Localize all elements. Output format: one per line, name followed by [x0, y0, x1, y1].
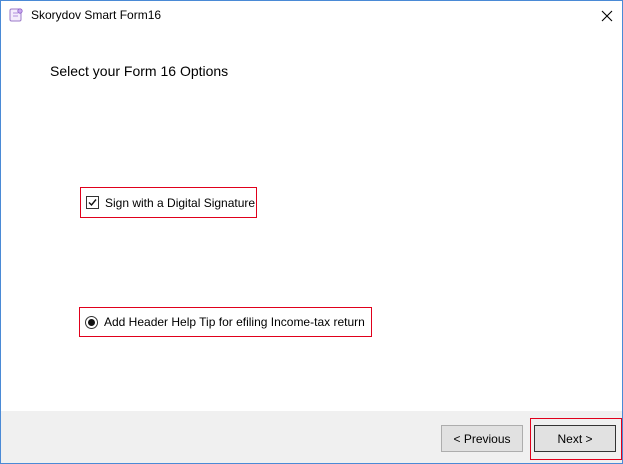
previous-button[interactable]: < Previous [441, 425, 523, 452]
page-heading: Select your Form 16 Options [50, 63, 229, 79]
digital-signature-checkbox[interactable] [86, 196, 99, 209]
main-content: Select your Form 16 Options Sign with a … [1, 30, 622, 411]
close-icon [601, 10, 613, 21]
app-window: Skorydov Smart Form16 Select your Form 1… [0, 0, 623, 464]
digital-signature-label: Sign with a Digital Signature [105, 195, 256, 210]
header-help-tip-label: Add Header Help Tip for efiling Income-t… [104, 315, 365, 329]
title-bar: Skorydov Smart Form16 [1, 1, 622, 30]
header-help-tip-option[interactable]: Add Header Help Tip for efiling Income-t… [79, 307, 372, 337]
digital-signature-option[interactable]: Sign with a Digital Signature [80, 187, 257, 218]
checkmark-icon [88, 199, 97, 207]
close-button[interactable] [592, 1, 622, 30]
window-title: Skorydov Smart Form16 [31, 8, 162, 22]
header-help-tip-radio[interactable] [85, 315, 98, 329]
radio-selected-dot [88, 318, 95, 326]
footer-bar: < Previous Next > [1, 411, 622, 463]
next-button[interactable]: Next > [534, 425, 616, 452]
app-icon [9, 8, 23, 22]
